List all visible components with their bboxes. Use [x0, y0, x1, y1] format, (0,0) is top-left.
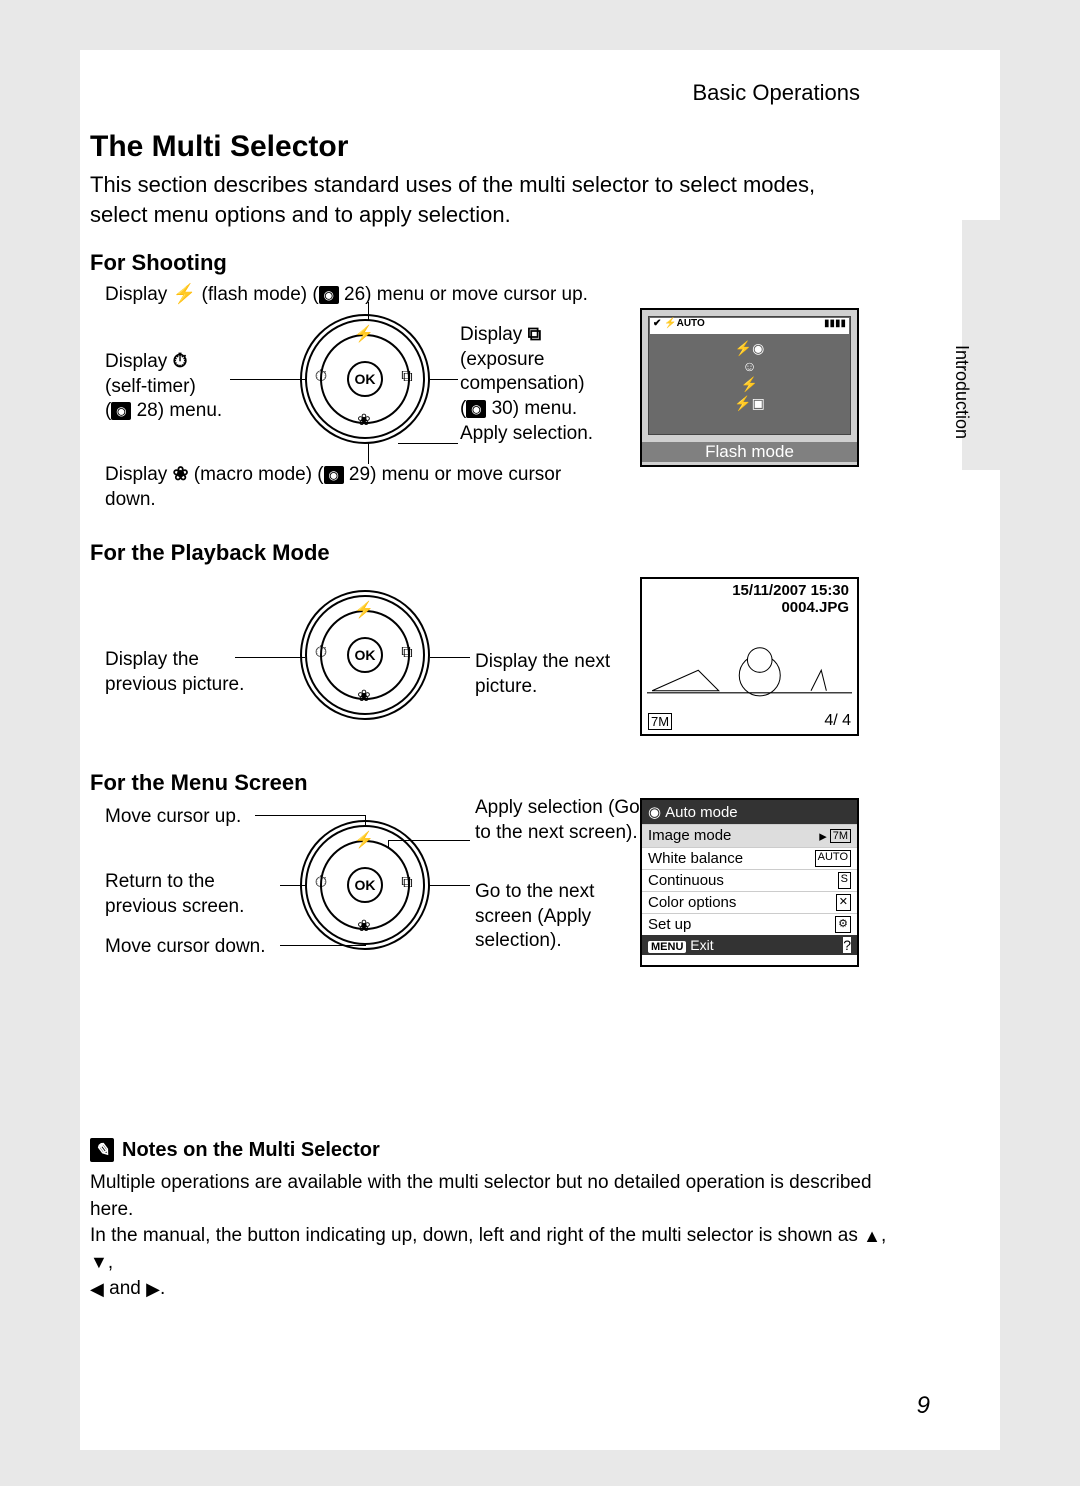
triangle-up-icon: ▲	[863, 1224, 881, 1249]
playback-filename: 0004.JPG	[781, 599, 849, 616]
playback-illustration	[647, 619, 852, 711]
playback-date: 15/11/2007 15:30	[732, 582, 849, 599]
menu-row: ContinuousS	[642, 869, 857, 891]
header-section: Basic Operations	[692, 80, 860, 106]
menu-row: Set up⚙	[642, 913, 857, 935]
menu-apply-label: Apply selection (Go to the next screen).	[475, 796, 655, 845]
pencil-icon: ✎	[90, 1138, 114, 1162]
triangle-left-icon: ◀	[90, 1277, 104, 1302]
menu-row: White balanceAUTO	[642, 847, 857, 869]
heading-menu: For the Menu Screen	[90, 770, 308, 796]
flash-icon: ⚡	[353, 324, 375, 346]
camera-icon: ◉	[648, 803, 661, 821]
macro-icon: ❀	[353, 916, 375, 938]
flash-icon: ⚡	[353, 600, 375, 622]
menu-row: Image mode▸7M	[642, 824, 857, 847]
book-icon: ◉	[466, 400, 486, 418]
shoot-bottom-label: Display ❀ (macro mode) (◉ 29) menu or mo…	[105, 463, 605, 512]
book-icon: ◉	[324, 466, 344, 484]
book-icon: ◉	[111, 402, 131, 420]
flash-icon: ⚡	[353, 830, 375, 852]
playback-left-label: Display the previous picture.	[105, 648, 245, 697]
notes-body: Multiple operations are available with t…	[90, 1170, 890, 1303]
multi-selector-wheel: OK ⚡ ❀ ⏱ ⧉	[300, 820, 430, 950]
menu-title: Auto mode	[665, 804, 738, 821]
macro-icon: ❀	[353, 410, 375, 432]
notes-heading: ✎ Notes on the Multi Selector	[90, 1138, 380, 1162]
flash-mode-label: Flash mode	[642, 442, 857, 462]
menu-screen-preview: ◉Auto mode Image mode▸7M White balanceAU…	[640, 798, 859, 967]
playback-screen-preview: 15/11/2007 15:30 0004.JPG 7M 4/ 4	[640, 577, 859, 736]
multi-selector-wheel: OK ⚡ ❀ ⏱ ⧉	[300, 314, 430, 444]
playback-right-label: Display the next picture.	[475, 650, 615, 699]
menu-row: Color options✕	[642, 891, 857, 913]
book-icon: ◉	[319, 286, 339, 304]
shooting-screen-preview: ✔ ⚡AUTO▮▮▮▮ ⚡◉☺⚡⚡▣ Flash mode	[640, 308, 859, 467]
triangle-down-icon: ▼	[90, 1250, 108, 1275]
shoot-top-label: Display ⚡ (flash mode) (◉ 26) menu or mo…	[105, 282, 588, 306]
shoot-right-label: Display ⧉ (exposure compensation) (◉ 30)…	[460, 323, 640, 446]
playback-count: 4/ 4	[824, 712, 851, 730]
side-tab-label: Introduction	[951, 345, 972, 439]
exposure-icon: ⧉	[396, 366, 418, 388]
heading-shooting: For Shooting	[90, 250, 227, 276]
shoot-left-label: Display ⏱ (self-timer) (◉ 28) menu.	[105, 350, 235, 424]
heading-playback: For the Playback Mode	[90, 540, 330, 566]
playback-resolution: 7M	[648, 713, 672, 730]
menu-return-label: Return to the previous screen.	[105, 870, 285, 919]
menu-next-label: Go to the next screen (Apply selection).	[475, 880, 655, 954]
timer-icon: ⏱	[310, 872, 332, 894]
ok-button-icon: OK	[347, 867, 383, 903]
triangle-right-icon: ▶	[146, 1277, 160, 1302]
menu-down-label: Move cursor down.	[105, 936, 266, 958]
timer-icon: ⏱	[310, 366, 332, 388]
multi-selector-wheel: OK ⚡ ❀ ⏱ ⧉	[300, 590, 430, 720]
macro-icon: ❀	[353, 686, 375, 708]
page-number: 9	[917, 1392, 930, 1420]
page-title: The Multi Selector	[90, 130, 348, 164]
timer-icon: ⏱	[310, 642, 332, 664]
ok-button-icon: OK	[347, 637, 383, 673]
ok-button-icon: OK	[347, 361, 383, 397]
intro-text: This section describes standard uses of …	[90, 170, 870, 229]
exposure-icon: ⧉	[396, 642, 418, 664]
exposure-icon: ⧉	[396, 872, 418, 894]
menu-up-label: Move cursor up.	[105, 806, 241, 828]
side-tab: Introduction	[962, 220, 1000, 470]
